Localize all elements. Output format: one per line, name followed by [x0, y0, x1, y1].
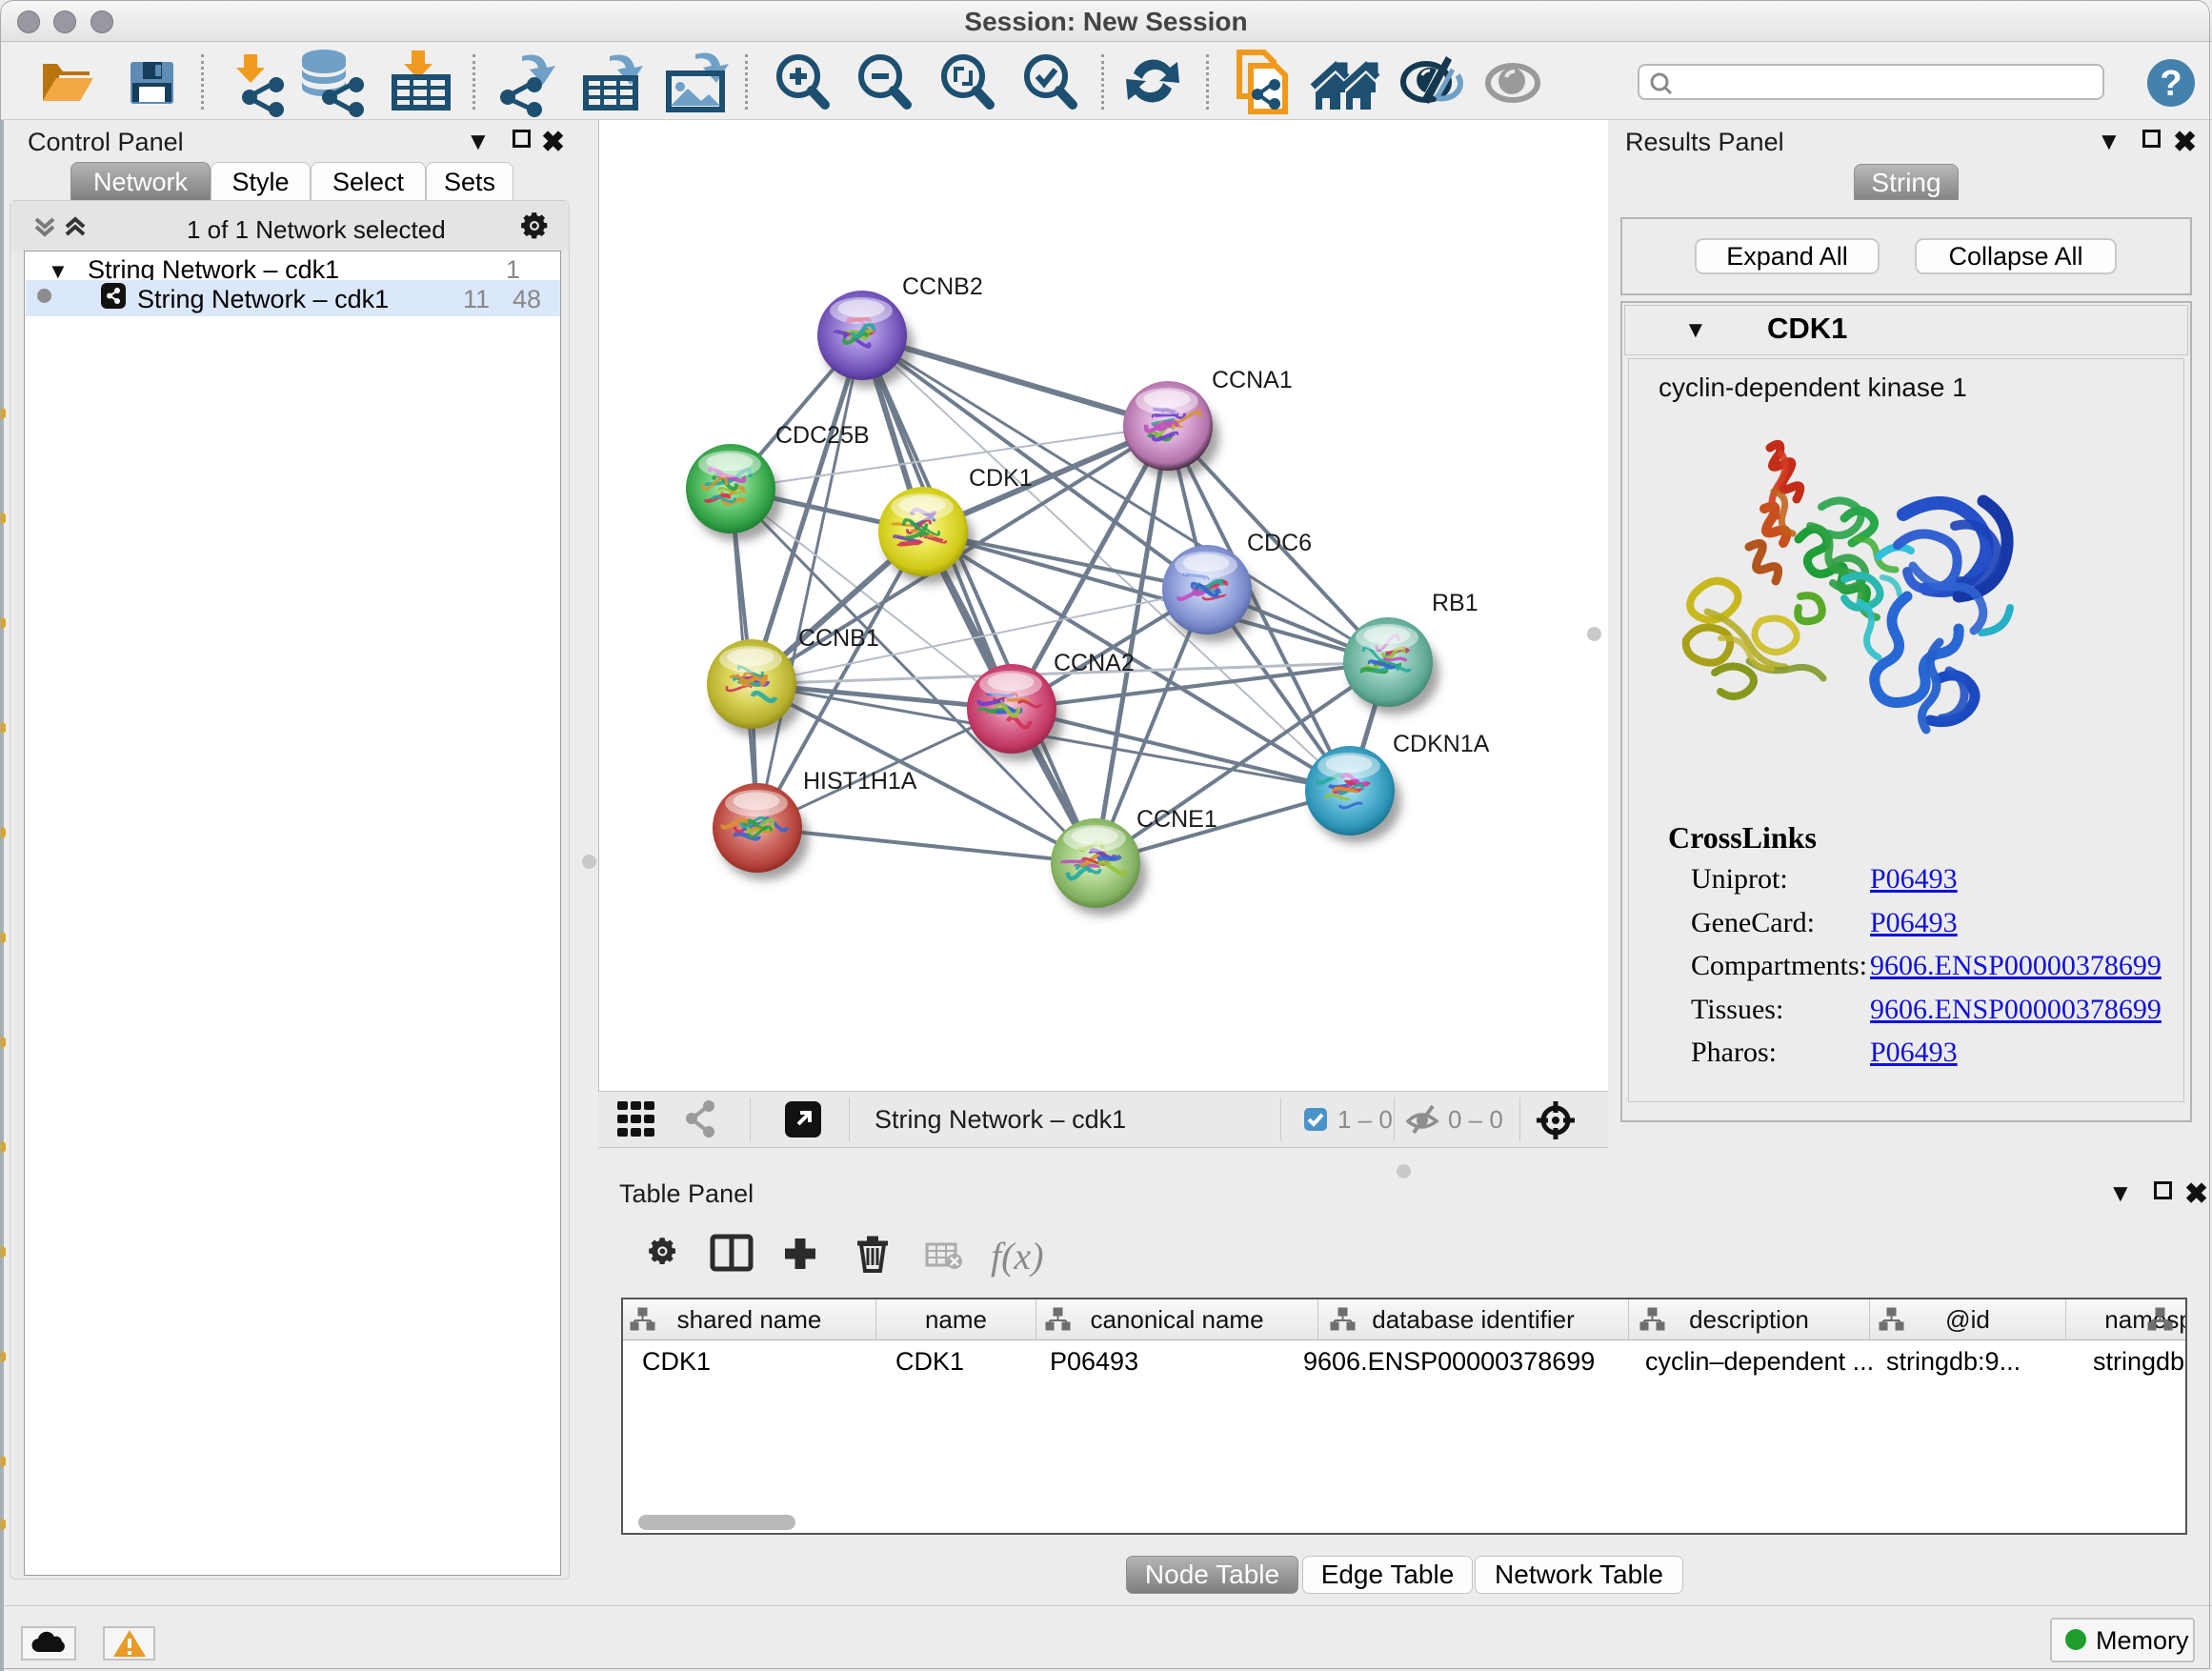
svg-text:?: ? — [2160, 64, 2182, 104]
svg-text:CCNB1: CCNB1 — [798, 625, 879, 652]
svg-text:CCNE1: CCNE1 — [1136, 806, 1217, 833]
svg-text:CDC6: CDC6 — [1247, 530, 1312, 556]
svg-text:CDC25B: CDC25B — [775, 422, 870, 449]
svg-text:CDK1: CDK1 — [969, 465, 1033, 492]
svg-text:RB1: RB1 — [1432, 590, 1478, 616]
svg-text:CCNA2: CCNA2 — [1054, 650, 1135, 676]
svg-text:CCNA1: CCNA1 — [1212, 367, 1293, 393]
svg-text:HIST1H1A: HIST1H1A — [803, 768, 917, 795]
svg-text:CCNB2: CCNB2 — [902, 273, 983, 300]
svg-text:CDKN1A: CDKN1A — [1393, 731, 1490, 757]
svg-text:f(x): f(x) — [991, 1235, 1044, 1278]
